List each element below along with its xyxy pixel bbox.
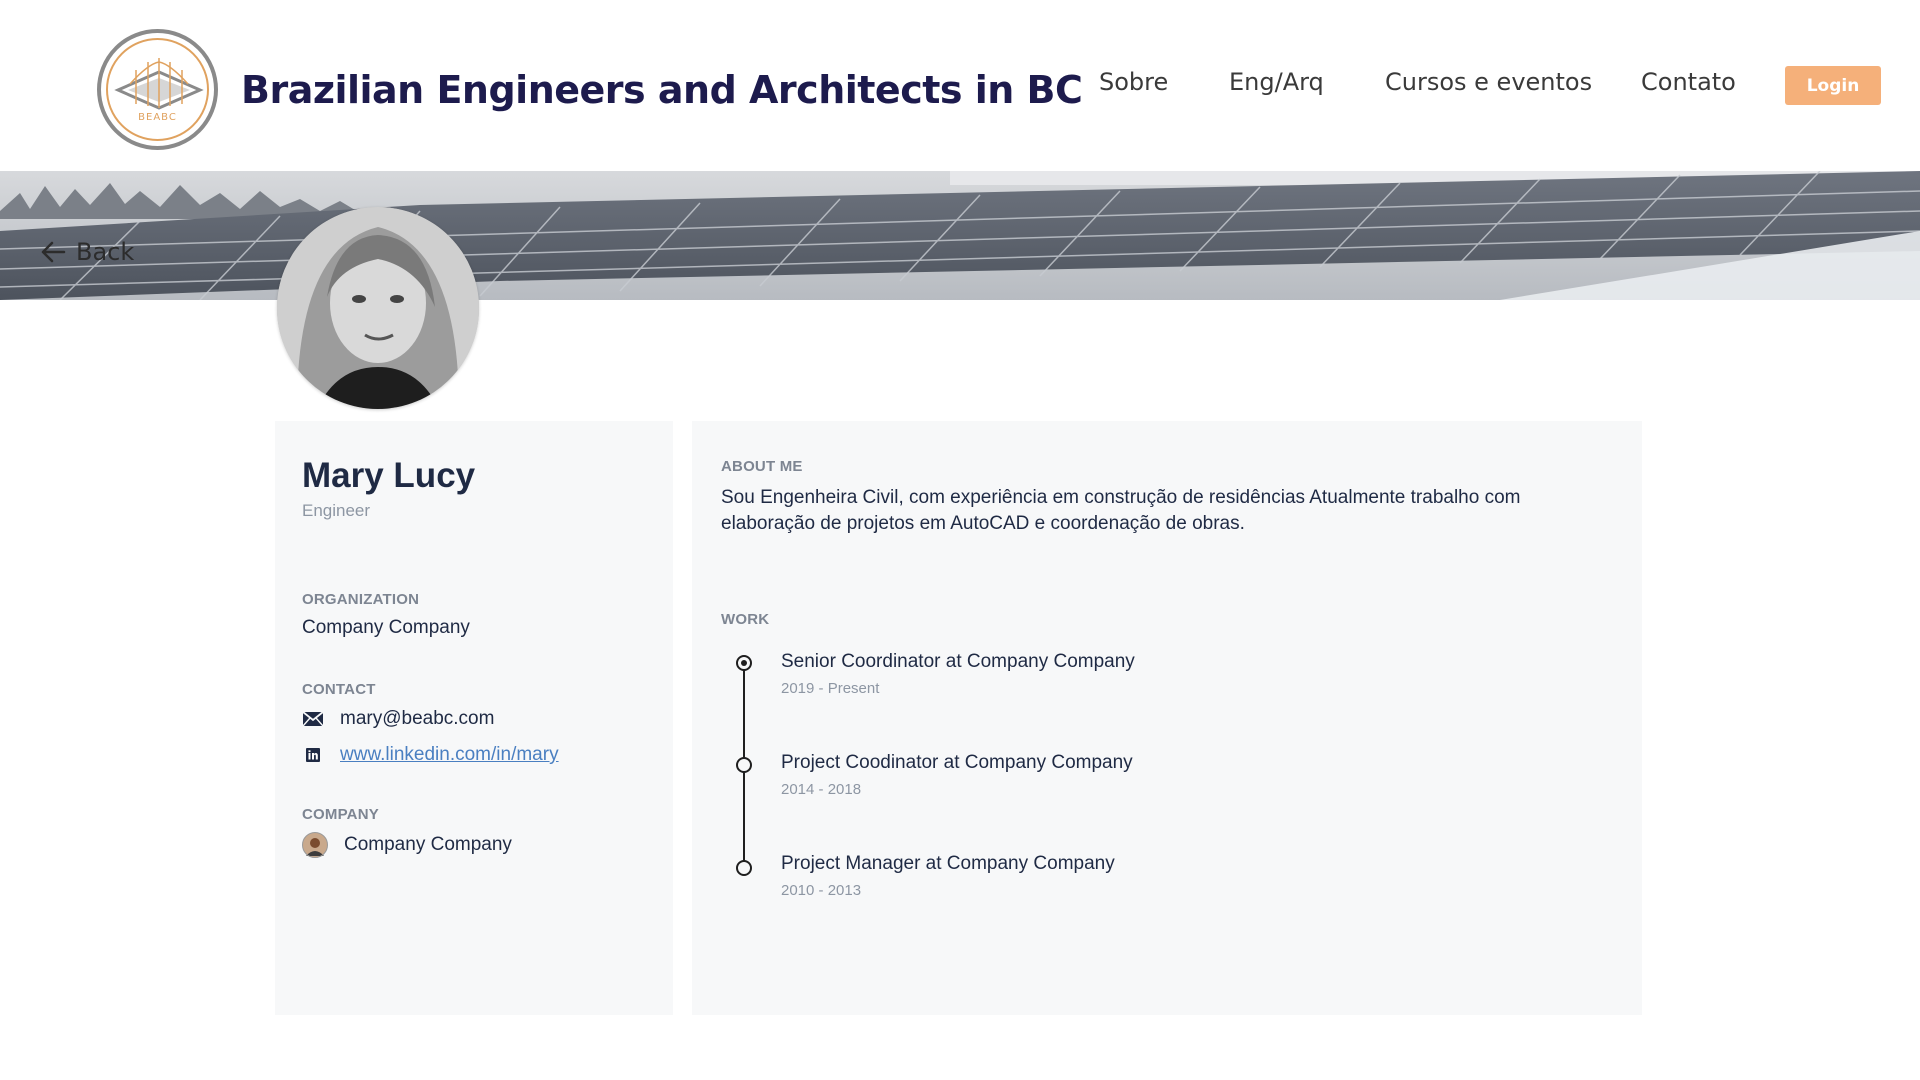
login-button[interactable]: Login (1785, 66, 1881, 105)
profile-avatar (277, 207, 479, 409)
timeline-dot (736, 860, 752, 876)
organization-label: ORGANIZATION (302, 591, 420, 608)
linkedin-row: www.linkedin.com/in/mary (302, 744, 559, 766)
beabc-logo[interactable]: BEABC (97, 29, 218, 150)
back-link[interactable]: Back (40, 238, 134, 266)
contact-label: CONTACT (302, 681, 376, 698)
company-label: COMPANY (302, 806, 379, 823)
job-title: Project Coodinator at Company Company (781, 752, 1133, 773)
back-label: Back (76, 238, 135, 266)
linkedin-link[interactable]: www.linkedin.com/in/mary (340, 744, 559, 766)
work-label: WORK (721, 611, 770, 628)
linkedin-icon (306, 748, 320, 762)
about-text: Sou Engenheira Civil, com experiência em… (721, 487, 1521, 534)
profile-summary-card: Mary Lucy Engineer ORGANIZATION Company … (275, 421, 673, 1015)
email-row: mary@beabc.com (302, 708, 494, 730)
company-row: Company Company (302, 832, 512, 858)
nav-sobre[interactable]: Sobre (1099, 68, 1168, 96)
job-dates: 2019 - Present (781, 680, 880, 697)
logo-graphic-icon (114, 58, 204, 110)
organization-value: Company Company (302, 617, 470, 638)
job-dates: 2010 - 2013 (781, 882, 862, 899)
site-header: BEABC Brazilian Engineers and Architects… (0, 0, 1920, 171)
profile-photo (277, 207, 479, 409)
job-title: Project Manager at Company Company (781, 853, 1115, 874)
nav-contato[interactable]: Contato (1641, 68, 1736, 96)
job-title: Senior Coordinator at Company Company (781, 651, 1135, 672)
site-title[interactable]: Brazilian Engineers and Architects in BC (241, 68, 1083, 112)
profile-name: Mary Lucy (302, 456, 476, 495)
logo-emblem: BEABC (106, 38, 209, 141)
timeline-dot-current (736, 655, 752, 671)
logo-text: BEABC (138, 112, 177, 123)
company-avatar-icon (302, 832, 328, 858)
arrow-left-icon (41, 241, 66, 263)
envelope-icon (302, 711, 324, 727)
company-value[interactable]: Company Company (344, 834, 512, 856)
email-text[interactable]: mary@beabc.com (340, 708, 494, 730)
about-label: ABOUT ME (721, 458, 803, 475)
profile-role: Engineer (302, 501, 371, 520)
nav-cursos-e-eventos[interactable]: Cursos e eventos (1385, 68, 1592, 96)
timeline-dot (736, 757, 752, 773)
nav-eng-arq[interactable]: Eng/Arq (1229, 68, 1324, 96)
job-dates: 2014 - 2018 (781, 781, 862, 798)
profile-detail-card: ABOUT ME Sou Engenheira Civil, com exper… (692, 421, 1642, 1015)
